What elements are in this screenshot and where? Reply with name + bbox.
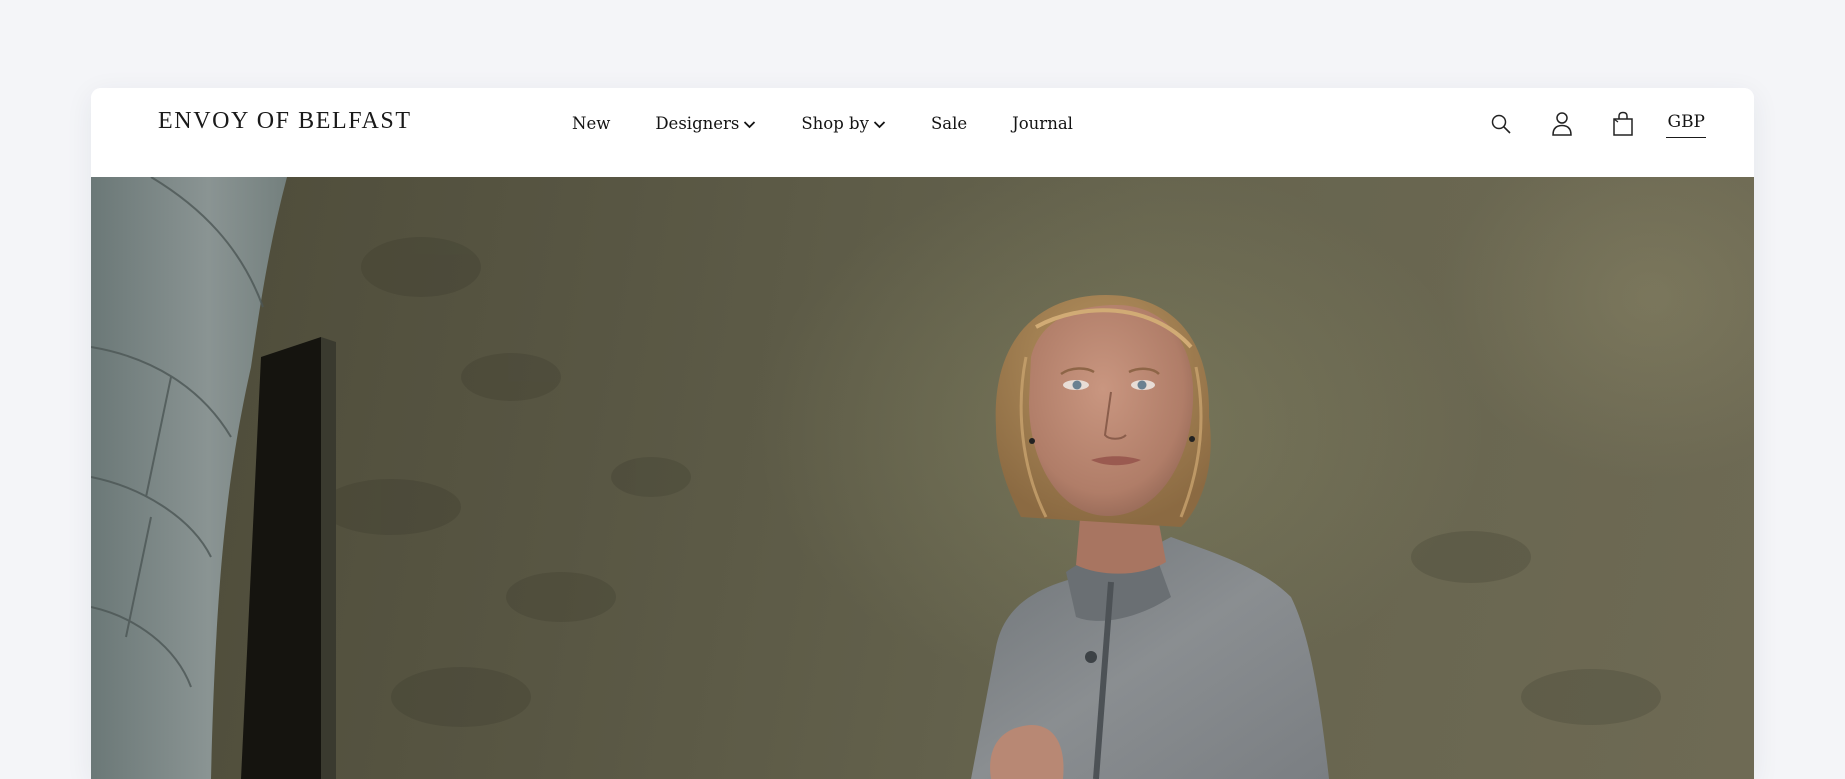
browser-frame: ENVOY OF BELFAST New Designers Shop by S… xyxy=(91,88,1754,779)
shopping-bag-icon[interactable] xyxy=(1608,109,1638,139)
site-header: ENVOY OF BELFAST New Designers Shop by S… xyxy=(91,88,1754,177)
nav-item-sale[interactable]: Sale xyxy=(931,114,967,133)
chevron-down-icon xyxy=(743,120,756,129)
nav-item-designers[interactable]: Designers xyxy=(655,114,756,133)
nav-item-label: New xyxy=(572,114,611,133)
nav-item-shop-by[interactable]: Shop by xyxy=(801,114,886,133)
main-nav: New Designers Shop by Sale Journal xyxy=(572,114,1118,133)
hero-photo-illustration xyxy=(91,177,1661,779)
search-icon[interactable] xyxy=(1486,109,1516,139)
nav-item-new[interactable]: New xyxy=(572,114,610,133)
nav-item-label: Sale xyxy=(930,114,968,133)
currency-selector[interactable]: GBP xyxy=(1666,112,1706,138)
header-tools: GBP xyxy=(1486,109,1706,139)
hero-image xyxy=(91,177,1754,779)
nav-item-label: Journal xyxy=(1012,114,1073,133)
site-logo[interactable]: ENVOY OF BELFAST xyxy=(158,108,412,135)
nav-item-journal[interactable]: Journal xyxy=(1012,114,1073,133)
chevron-down-icon xyxy=(873,120,886,129)
nav-item-label: Designers xyxy=(655,114,740,133)
account-icon[interactable] xyxy=(1547,109,1577,139)
nav-item-label: Shop by xyxy=(801,114,869,133)
